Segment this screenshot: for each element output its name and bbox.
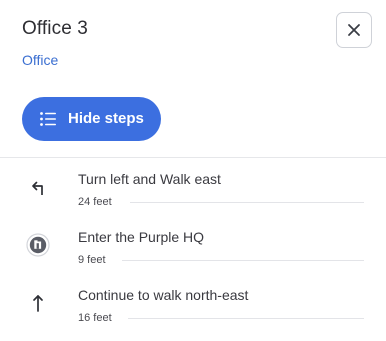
page-title: Office 3 [22,18,88,39]
location-category-link[interactable]: Office [22,52,58,68]
hide-steps-button[interactable]: Hide steps [22,97,161,141]
route-step: Continue to walk north-east 16 feet [0,287,386,341]
straight-arrow-up-icon [26,291,50,315]
step-divider [122,260,364,261]
step-instruction: Enter the Purple HQ [78,229,205,245]
step-distance: 24 feet [78,196,112,208]
close-button[interactable] [336,12,372,48]
step-divider [130,202,364,203]
turn-left-arrow-icon [26,176,50,200]
list-icon [40,112,56,126]
divider [0,157,386,158]
step-distance: 16 feet [78,312,112,324]
step-instruction: Continue to walk north-east [78,287,249,303]
hide-steps-label: Hide steps [68,110,144,127]
step-instruction: Turn left and Walk east [78,171,221,187]
step-distance: 9 feet [78,254,106,266]
building-entrance-icon [26,233,50,257]
close-icon [348,24,360,36]
directions-panel: Office 3 Office Hide steps Turn left and… [0,0,386,341]
route-step: Enter the Purple HQ 9 feet [0,229,386,285]
step-divider [128,318,364,319]
route-step: Turn left and Walk east 24 feet [0,171,386,227]
